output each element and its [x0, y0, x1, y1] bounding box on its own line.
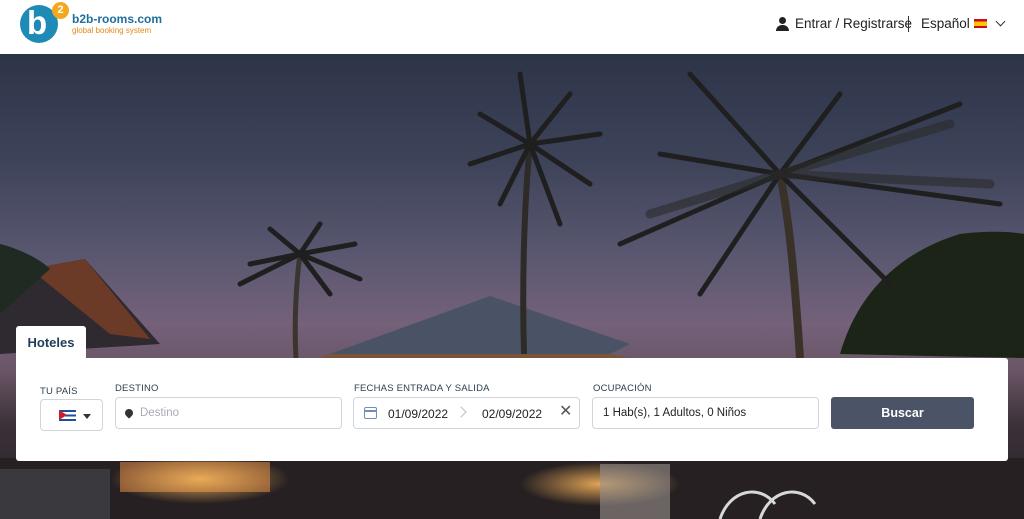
- language-label: Español: [921, 16, 970, 31]
- language-selector[interactable]: Español: [921, 16, 1006, 31]
- check-in-date[interactable]: 01/09/2022: [388, 407, 448, 421]
- destination-input[interactable]: [140, 398, 335, 428]
- user-icon: [776, 16, 789, 31]
- search-button[interactable]: Buscar: [831, 397, 974, 429]
- brand-tagline: global booking system: [72, 26, 152, 35]
- dates-label: FECHAS ENTRADA Y SALIDA: [354, 383, 490, 394]
- country-label: TU PAÍS: [40, 386, 78, 397]
- header: b 2 b2b-rooms.com global booking system …: [0, 0, 1024, 54]
- clear-dates-icon[interactable]: ✕: [559, 403, 572, 421]
- header-divider: [908, 16, 909, 32]
- chevron-down-icon: [995, 16, 1006, 27]
- occupancy-label: OCUPACIÓN: [593, 383, 652, 394]
- tab-hotels[interactable]: Hoteles: [16, 326, 86, 359]
- country-select[interactable]: [40, 399, 103, 431]
- caret-down-icon: [83, 414, 91, 419]
- flag-cu-icon: [59, 410, 76, 421]
- calendar-icon: [364, 407, 377, 419]
- brand-name: b2b-rooms.com: [72, 12, 163, 26]
- map-pin-icon: [123, 407, 135, 419]
- flag-es-icon: [973, 19, 987, 28]
- login-label: Entrar / Registrarse: [795, 16, 913, 31]
- login-register-link[interactable]: Entrar / Registrarse: [776, 16, 912, 31]
- chevron-right-icon: [455, 406, 467, 418]
- check-out-date[interactable]: 02/09/2022: [482, 407, 542, 421]
- occupancy-field[interactable]: 1 Hab(s), 1 Adultos, 0 Niños: [592, 397, 819, 429]
- destination-label: DESTINO: [115, 383, 159, 394]
- occupancy-value: 1 Hab(s), 1 Adultos, 0 Niños: [603, 407, 747, 419]
- date-range-picker[interactable]: 01/09/2022 02/09/2022 ✕: [353, 397, 580, 429]
- logo-badge: 2: [52, 2, 69, 19]
- destination-field[interactable]: [115, 397, 342, 429]
- logo-letter: b: [27, 4, 48, 41]
